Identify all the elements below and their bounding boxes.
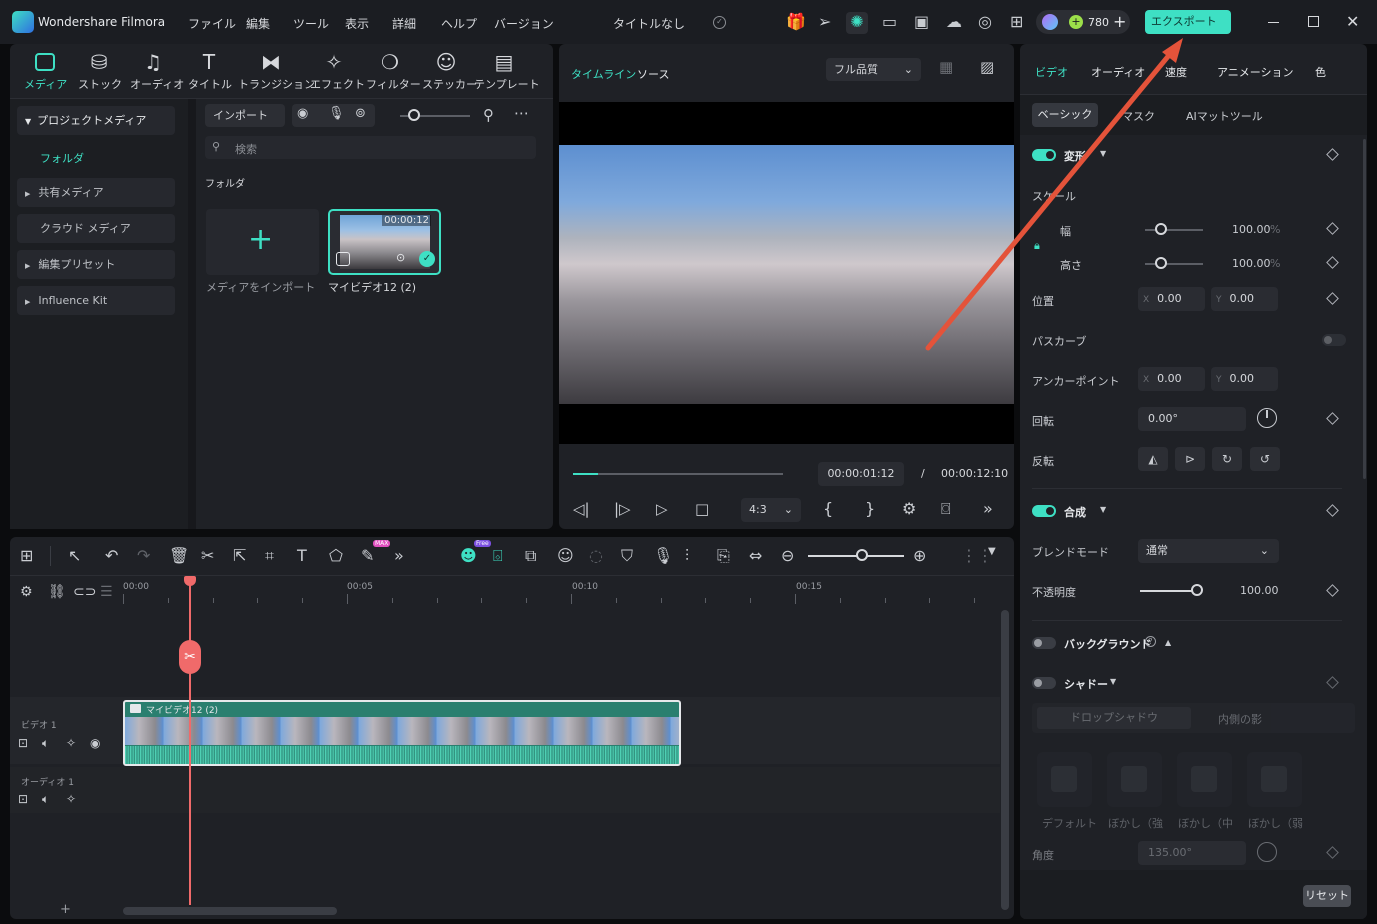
annotation-arrow xyxy=(925,38,1183,351)
